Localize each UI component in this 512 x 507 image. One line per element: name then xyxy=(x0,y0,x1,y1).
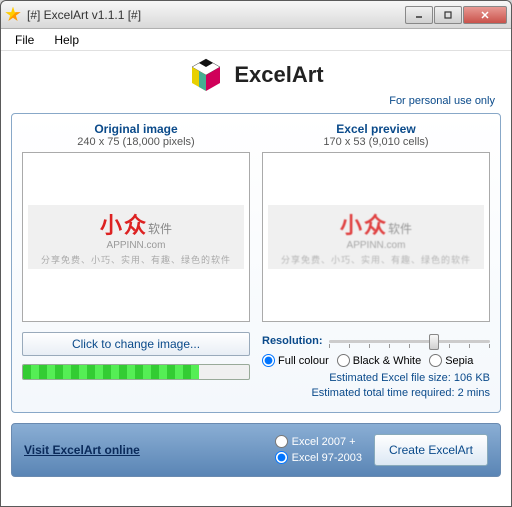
original-title: Original image xyxy=(22,122,250,136)
progress-fill xyxy=(23,365,199,379)
maximize-button[interactable] xyxy=(434,6,462,24)
sample-tagline: 分享免费、小巧、实用、有趣、绿色的软件 xyxy=(41,253,231,266)
radio-sepia[interactable]: Sepia xyxy=(429,354,473,367)
radio-excel-97[interactable]: Excel 97-2003 xyxy=(275,451,362,464)
menu-file[interactable]: File xyxy=(7,31,42,49)
close-button[interactable] xyxy=(463,6,507,24)
titlebar: [#] ExcelArt v1.1.1 [#] xyxy=(1,1,511,29)
color-mode-radios: Full colour Black & White Sepia xyxy=(262,354,490,367)
original-preview-box: 小 众 软件 APPINN.com 分享免费、小巧、实用、有趣、绿色的软件 xyxy=(22,152,250,322)
progress-bar xyxy=(22,364,250,380)
menu-help[interactable]: Help xyxy=(46,31,87,49)
sample-domain-b: APPINN.com xyxy=(347,240,406,251)
sample-gray-b: 软件 xyxy=(388,220,412,237)
main-panel: Original image 240 x 75 (18,000 pixels) … xyxy=(11,113,501,413)
app-header: ExcelArt xyxy=(1,51,511,95)
sample-char1: 小 xyxy=(100,208,122,240)
radio-excel-2007[interactable]: Excel 2007 + xyxy=(275,435,362,448)
menubar: File Help xyxy=(1,29,511,51)
excel-version-radios: Excel 2007 + Excel 97-2003 xyxy=(275,435,362,464)
minimize-button[interactable] xyxy=(405,6,433,24)
estimated-size: Estimated Excel file size: 106 KB xyxy=(262,371,490,386)
radio-full-colour[interactable]: Full colour xyxy=(262,354,329,367)
estimated-time: Estimated total time required: 2 mins xyxy=(262,386,490,401)
sample-tagline-b: 分享免费、小巧、实用、有趣、绿色的软件 xyxy=(281,253,471,266)
personal-use-label: For personal use only xyxy=(1,95,511,113)
app-window: [#] ExcelArt v1.1.1 [#] File Help ExcelA… xyxy=(0,0,512,507)
window-title: [#] ExcelArt v1.1.1 [#] xyxy=(27,8,405,22)
sample-char2: 众 xyxy=(124,208,146,240)
slider-thumb[interactable] xyxy=(429,334,439,350)
sample-char2-b: 众 xyxy=(364,208,386,240)
create-excelart-button[interactable]: Create ExcelArt xyxy=(374,434,488,466)
right-controls: Resolution: Full colour Black & White Se… xyxy=(262,332,490,402)
visit-link[interactable]: Visit ExcelArt online xyxy=(24,443,275,457)
radio-black-white[interactable]: Black & White xyxy=(337,354,421,367)
footer-panel: Visit ExcelArt online Excel 2007 + Excel… xyxy=(11,423,501,477)
preview-row: Original image 240 x 75 (18,000 pixels) … xyxy=(22,122,490,322)
resolution-slider[interactable] xyxy=(329,332,491,350)
logo-cube-icon xyxy=(188,57,224,93)
sample-domain: APPINN.com xyxy=(107,240,166,251)
change-image-button[interactable]: Click to change image... xyxy=(22,332,250,356)
controls-row: Click to change image... Resolution: Ful… xyxy=(22,332,490,402)
excel-preview-box: 小 众 软件 APPINN.com 分享免费、小巧、实用、有趣、绿色的软件 xyxy=(262,152,490,322)
resolution-label: Resolution: xyxy=(262,335,323,347)
sample-char1-b: 小 xyxy=(340,208,362,240)
original-dimensions: 240 x 75 (18,000 pixels) xyxy=(22,136,250,148)
excel-preview-image: 小 众 软件 APPINN.com 分享免费、小巧、实用、有趣、绿色的软件 xyxy=(268,205,485,269)
excel-title: Excel preview xyxy=(262,122,490,136)
window-buttons xyxy=(405,6,507,24)
left-controls: Click to change image... xyxy=(22,332,250,380)
original-image: 小 众 软件 APPINN.com 分享免费、小巧、实用、有趣、绿色的软件 xyxy=(28,205,245,269)
excel-dimensions: 170 x 53 (9,010 cells) xyxy=(262,136,490,148)
app-title: ExcelArt xyxy=(234,62,323,88)
app-star-icon xyxy=(5,7,21,23)
excel-column: Excel preview 170 x 53 (9,010 cells) 小 众… xyxy=(262,122,490,322)
original-column: Original image 240 x 75 (18,000 pixels) … xyxy=(22,122,250,322)
sample-gray: 软件 xyxy=(148,220,172,237)
